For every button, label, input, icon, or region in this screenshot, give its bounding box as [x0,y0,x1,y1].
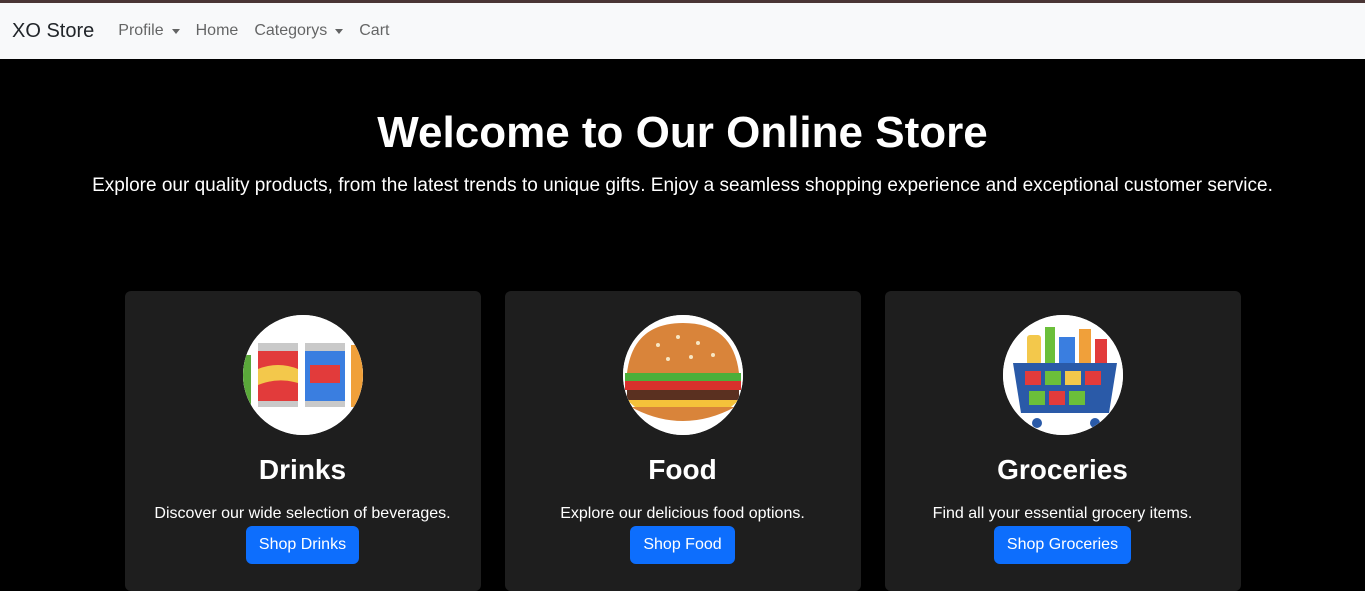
nav-cart-label: Cart [359,22,390,39]
hero: Welcome to Our Online Store Explore our … [0,59,1365,197]
navbar: XO Store Profile Home Categorys Cart [0,3,1365,59]
nav-categories[interactable]: Categorys [246,22,351,40]
shop-groceries-button[interactable]: Shop Groceries [993,526,1132,564]
card-description: Discover our wide selection of beverages… [154,505,451,522]
nav-categories-label: Categorys [254,22,328,39]
shop-food-button[interactable]: Shop Food [630,526,735,564]
shop-drinks-button[interactable]: Shop Drinks [245,526,360,564]
chevron-down-icon [171,28,180,34]
card-description: Explore our delicious food options. [560,505,805,522]
card-title: Drinks [258,454,347,485]
card-title: Food [648,454,717,485]
card-groceries: Groceries Find all your essential grocer… [884,291,1241,591]
card-title: Groceries [997,454,1128,485]
hero-subtitle: Explore our quality products, from the l… [92,175,1273,196]
nav-home[interactable]: Home [188,22,247,40]
brand-link[interactable]: XO Store [12,20,94,43]
card-drinks: Drinks Discover our wide selection of be… [124,291,481,591]
nav-profile-label: Profile [118,22,164,39]
card-food: Food Explore our delicious food options.… [504,291,861,591]
soda-cans-icon [242,315,363,435]
card-description: Find all your essential grocery items. [932,505,1193,522]
chevron-down-icon [335,28,344,34]
page-title: Welcome to Our Online Store [377,108,988,157]
nav-home-label: Home [195,22,239,39]
burger-icon [622,315,743,435]
nav-cart[interactable]: Cart [351,22,397,40]
nav-profile[interactable]: Profile [110,22,187,40]
grocery-basket-icon [1002,315,1123,435]
category-cards: Drinks Discover our wide selection of be… [0,291,1365,591]
